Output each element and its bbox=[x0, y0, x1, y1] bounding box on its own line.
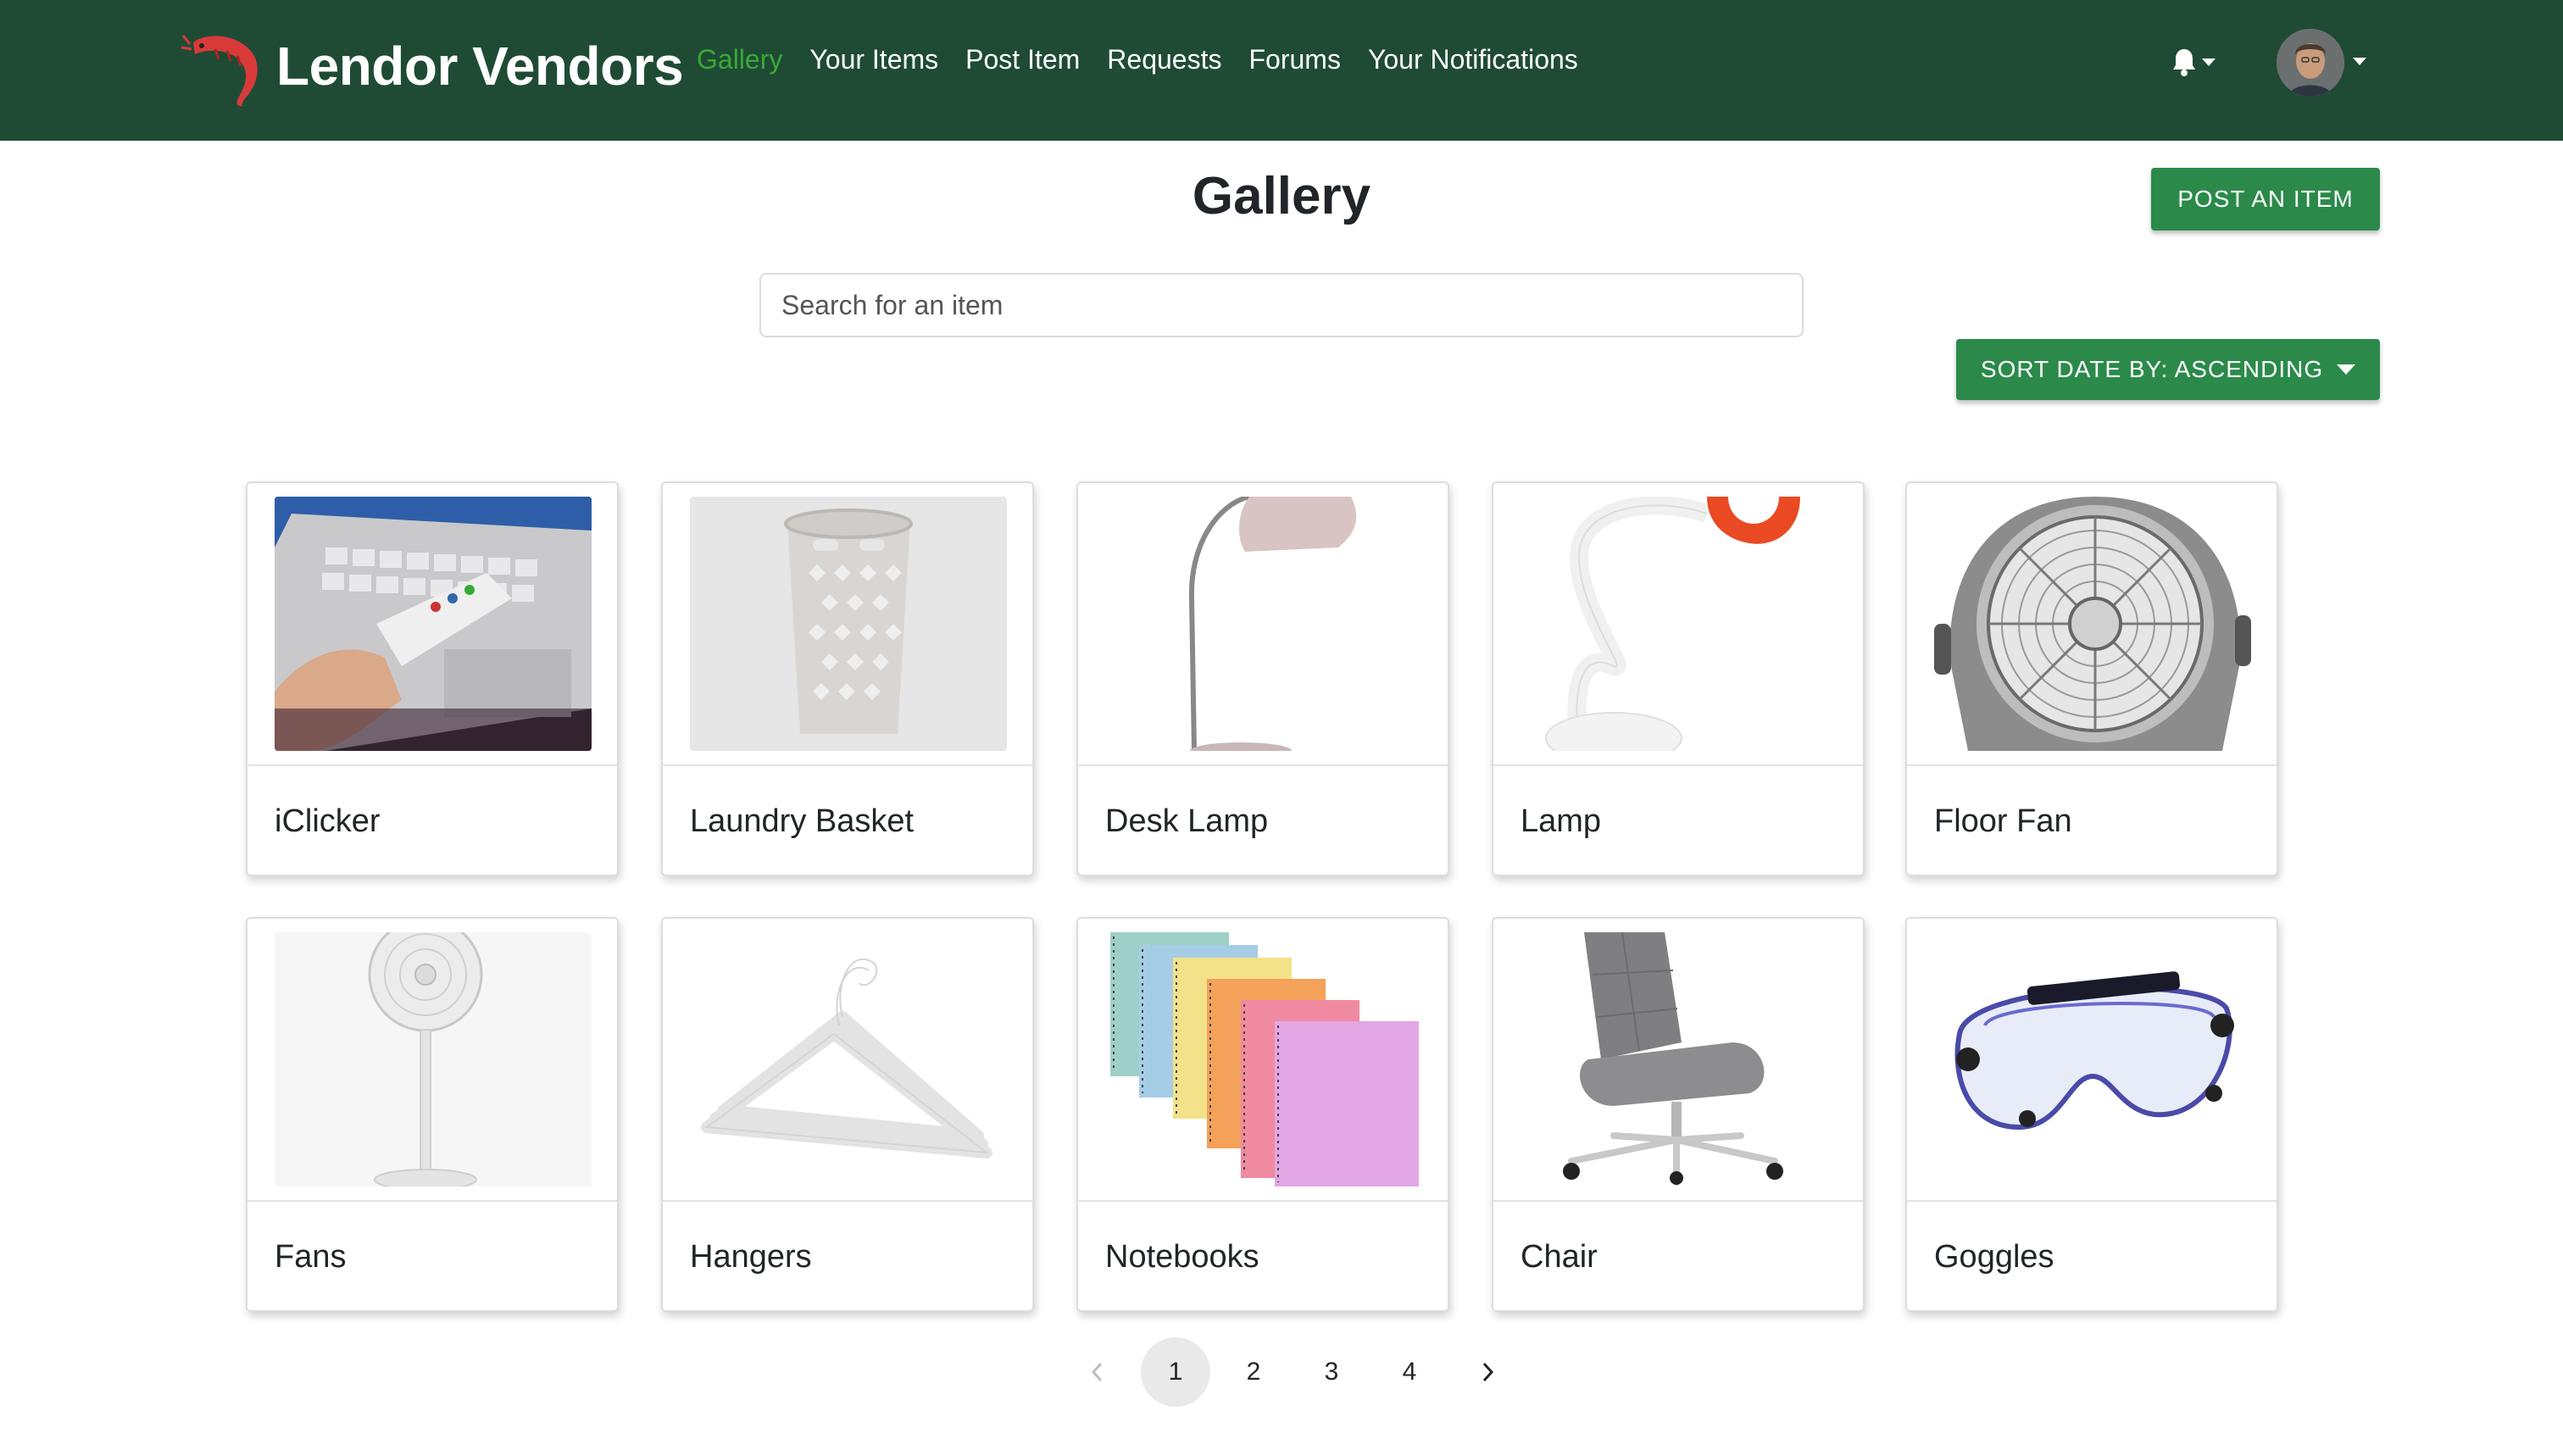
bell-icon bbox=[2173, 49, 2195, 76]
pagination: 1 2 3 4 bbox=[1063, 1337, 1531, 1407]
card-divider bbox=[1907, 1200, 2277, 1202]
brand-name: Lendor Vendors bbox=[276, 36, 684, 97]
nav-links: Gallery Your Items Post Item Requests Fo… bbox=[697, 44, 1605, 75]
card-divider bbox=[1078, 1200, 1448, 1202]
item-image bbox=[1934, 497, 2251, 751]
item-title: Lamp bbox=[1521, 803, 1602, 839]
item-image bbox=[1934, 932, 2251, 1186]
sort-date-button[interactable]: SORT DATE BY: ASCENDING bbox=[1956, 339, 2380, 400]
post-an-item-label: POST AN ITEM bbox=[2177, 186, 2354, 212]
item-card-chair[interactable]: Chair bbox=[1492, 917, 1865, 1312]
nav-requests[interactable]: Requests bbox=[1107, 44, 1221, 75]
item-title: Goggles bbox=[1934, 1239, 2054, 1275]
item-title: iClicker bbox=[275, 803, 381, 839]
page-button-1[interactable]: 1 bbox=[1141, 1337, 1210, 1407]
navbar: Lendor Vendors Gallery Your Items Post I… bbox=[0, 0, 2563, 141]
nav-your-notifications[interactable]: Your Notifications bbox=[1368, 44, 1578, 75]
next-page-button[interactable] bbox=[1453, 1337, 1522, 1407]
chevron-left-icon bbox=[1091, 1362, 1103, 1382]
item-image bbox=[1521, 497, 1837, 751]
user-menu[interactable] bbox=[2277, 29, 2366, 97]
card-divider bbox=[247, 764, 617, 766]
item-card-hangers[interactable]: Hangers bbox=[661, 917, 1034, 1312]
item-title: Notebooks bbox=[1105, 1239, 1259, 1275]
card-divider bbox=[1907, 764, 2277, 766]
item-image bbox=[690, 497, 1007, 751]
item-title: Chair bbox=[1521, 1239, 1598, 1275]
item-title: Floor Fan bbox=[1934, 803, 2072, 839]
brand[interactable]: Lendor Vendors bbox=[181, 24, 684, 108]
item-title: Fans bbox=[275, 1239, 347, 1275]
sort-date-label: SORT DATE BY: ASCENDING bbox=[1980, 356, 2324, 382]
chevron-right-icon bbox=[1482, 1362, 1494, 1382]
item-title: Laundry Basket bbox=[690, 803, 915, 839]
item-card-floor-fan[interactable]: Floor Fan bbox=[1905, 481, 2278, 876]
nav-your-items[interactable]: Your Items bbox=[809, 44, 938, 75]
card-divider bbox=[1493, 764, 1863, 766]
item-image bbox=[275, 497, 592, 751]
search-input[interactable] bbox=[759, 273, 1804, 337]
shrimp-logo-icon bbox=[181, 35, 258, 107]
item-card-laundry-basket[interactable]: Laundry Basket bbox=[661, 481, 1034, 876]
item-image bbox=[690, 932, 1007, 1186]
page-button-2[interactable]: 2 bbox=[1219, 1337, 1288, 1407]
chevron-down-icon bbox=[2353, 57, 2366, 65]
post-an-item-button[interactable]: POST AN ITEM bbox=[2151, 168, 2380, 231]
caret-down-icon bbox=[2337, 364, 2356, 375]
item-card-iclicker[interactable]: iClicker bbox=[246, 481, 619, 876]
card-divider bbox=[663, 764, 1032, 766]
item-card-notebooks[interactable]: Notebooks bbox=[1076, 917, 1449, 1312]
item-card-fans[interactable]: Fans bbox=[246, 917, 619, 1312]
item-card-goggles[interactable]: Goggles bbox=[1905, 917, 2278, 1312]
page-button-3[interactable]: 3 bbox=[1297, 1337, 1366, 1407]
item-image bbox=[1105, 497, 1422, 751]
nav-forums[interactable]: Forums bbox=[1248, 44, 1340, 75]
item-image bbox=[1105, 932, 1422, 1186]
item-image bbox=[275, 932, 592, 1186]
nav-gallery[interactable]: Gallery bbox=[697, 44, 782, 75]
item-title: Hangers bbox=[690, 1239, 812, 1275]
card-divider bbox=[1493, 1200, 1863, 1202]
card-divider bbox=[247, 1200, 617, 1202]
item-image bbox=[1521, 932, 1837, 1186]
notifications-dropdown[interactable] bbox=[2171, 47, 2216, 76]
page-button-4[interactable]: 4 bbox=[1375, 1337, 1444, 1407]
card-divider bbox=[1078, 764, 1448, 766]
nav-post-item[interactable]: Post Item bbox=[965, 44, 1080, 75]
chevron-down-icon bbox=[2202, 58, 2216, 66]
item-card-lamp[interactable]: Lamp bbox=[1492, 481, 1865, 876]
previous-page-button[interactable] bbox=[1063, 1337, 1132, 1407]
item-title: Desk Lamp bbox=[1105, 803, 1269, 839]
item-card-desk-lamp[interactable]: Desk Lamp bbox=[1076, 481, 1449, 876]
avatar bbox=[2277, 29, 2344, 97]
card-divider bbox=[663, 1200, 1032, 1202]
